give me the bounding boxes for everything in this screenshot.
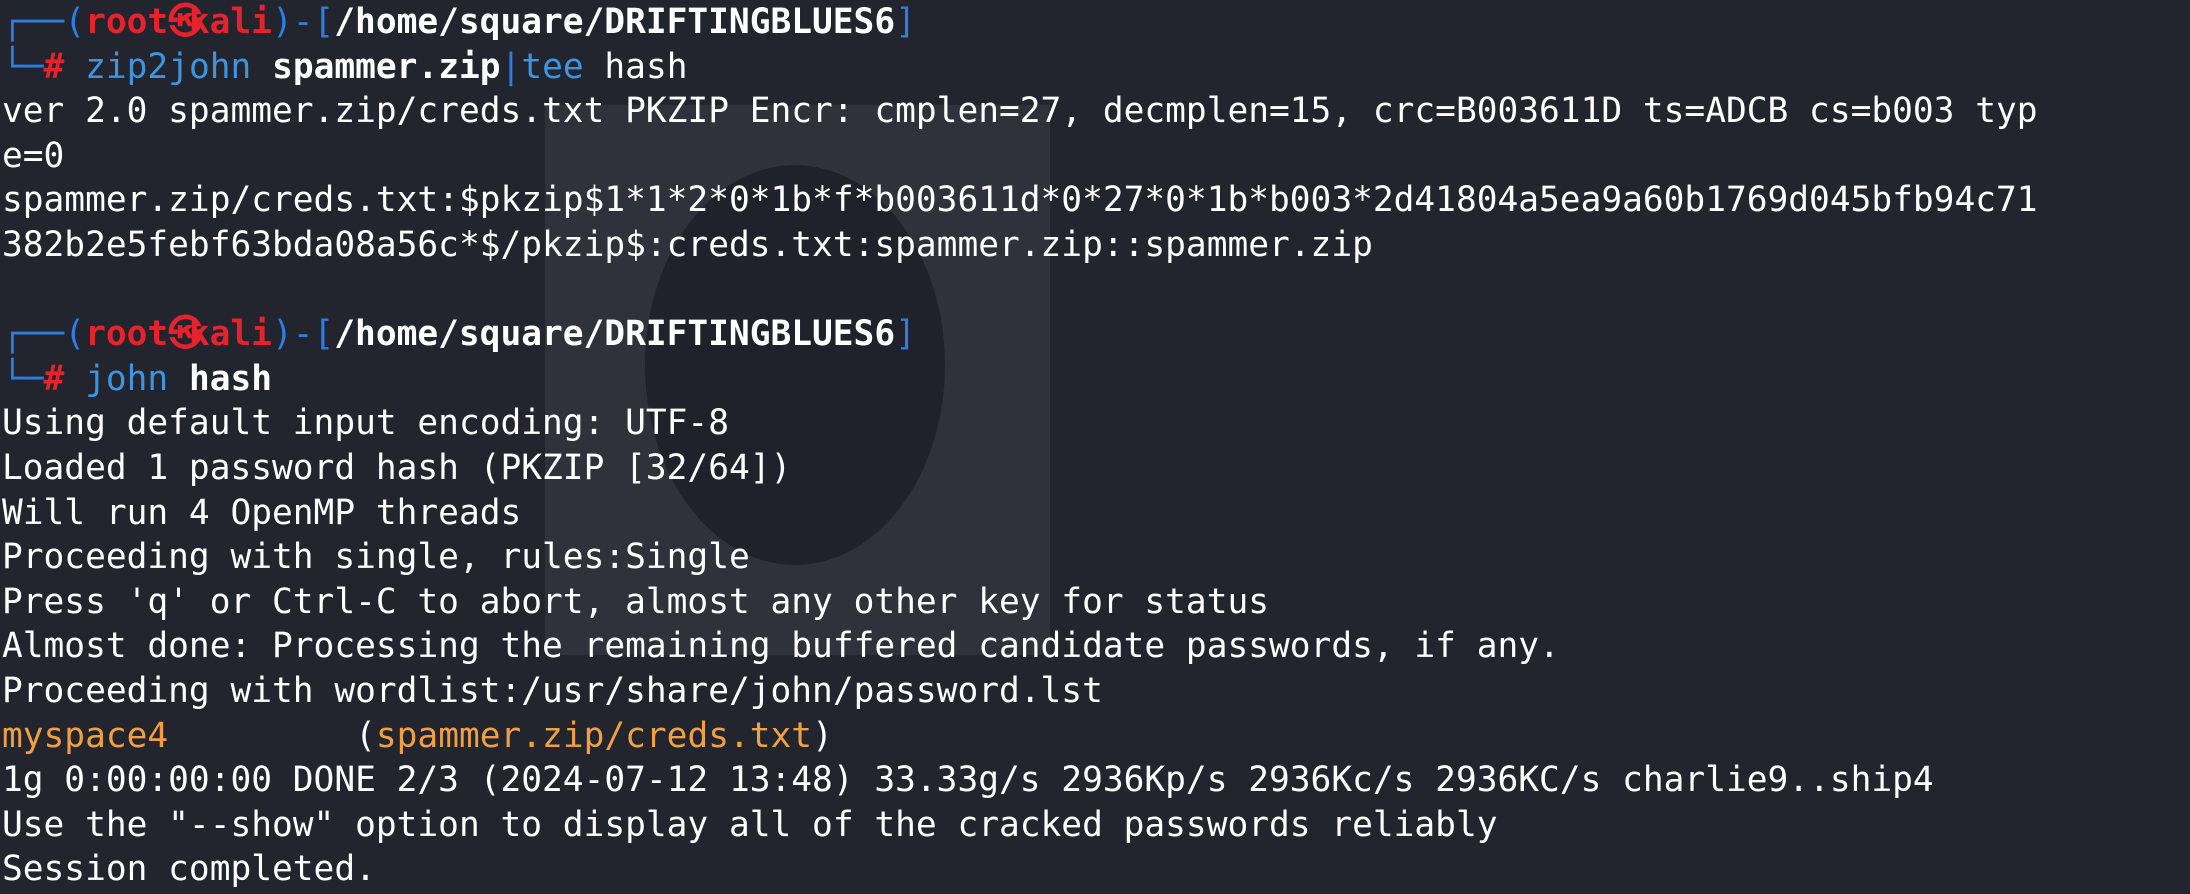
kali-skull-icon: ㉿ (168, 2, 203, 42)
prompt-path: /home/square/DRIFTINGBLUES6 (334, 314, 896, 355)
cracked-spacing (168, 716, 355, 756)
output-line: 1g 0:00:00:00 DONE 2/3 (2024-07-12 13:48… (2, 760, 1934, 801)
command-argument: spammer.zip (272, 46, 501, 87)
output-line: Almost done: Processing the remaining bu… (2, 626, 1560, 667)
prompt-separator: )-[ (271, 2, 335, 42)
output-line: Proceeding with single, rules:Single (2, 537, 750, 578)
prompt-close-bracket: ] (895, 314, 916, 355)
output-line: Using default input encoding: UTF-8 (2, 403, 729, 444)
command-line: └─# zip2john spammer.zip|tee hash (2, 45, 2190, 90)
pipe-argument: hash (583, 46, 688, 87)
prompt-corner-top: ┌── (2, 2, 65, 42)
output-line: Will run 4 OpenMP threads (2, 492, 522, 533)
prompt-header-line: ┌──(root㉿kali)-[/home/square/DRIFTINGBLU… (2, 0, 2190, 45)
output-line: Press 'q' or Ctrl-C to abort, almost any… (2, 581, 1270, 622)
prompt-hash-symbol: # (43, 46, 65, 87)
prompt-open-paren: ( (64, 2, 86, 42)
prompt-user: root (85, 314, 169, 355)
output-line: ver 2.0 spammer.zip/creds.txt PKZIP Encr… (2, 91, 2038, 132)
prompt-corner-bottom: └─ (2, 46, 44, 87)
command-name: john (85, 358, 169, 399)
kali-skull-icon: ㉿ (168, 314, 203, 355)
cracked-open-paren: ( (355, 715, 376, 756)
cracked-password: myspace4 (2, 715, 169, 756)
command-line: └─# john hash (2, 357, 2190, 402)
prompt-corner-top: ┌── (2, 314, 65, 355)
prompt-host: kali (188, 2, 272, 42)
cracked-close-paren: ) (812, 715, 833, 756)
prompt-host: kali (188, 314, 272, 355)
terminal-window[interactable]: ┌──(root㉿kali)-[/home/square/DRIFTINGBLU… (2, 0, 2190, 894)
output-line: e=0 (2, 135, 65, 176)
prompt-separator: )-[ (271, 314, 335, 355)
output-line: Session completed. (2, 849, 376, 890)
output-line: spammer.zip/creds.txt:$pkzip$1*1*2*0*1b*… (2, 180, 2038, 221)
pipe-command: tee (521, 46, 584, 87)
prompt-open-paren: ( (64, 314, 86, 355)
prompt-path: /home/square/DRIFTINGBLUES6 (334, 2, 896, 42)
output-line: Use the "--show" option to display all o… (2, 804, 1498, 845)
output-line: Loaded 1 password hash (PKZIP [32/64]) (2, 447, 792, 488)
prompt-corner-bottom: └─ (2, 358, 44, 399)
prompt-user: root (85, 2, 169, 42)
cracked-target: spammer.zip/creds.txt (375, 715, 813, 756)
prompt-header-line: ┌──(root㉿kali)-[/home/square/DRIFTINGBLU… (2, 312, 2190, 357)
pipe-symbol: | (500, 46, 522, 87)
output-line: Proceeding with wordlist:/usr/share/john… (2, 670, 1103, 711)
output-line: 382b2e5febf63bda08a56c*$/pkzip$:creds.tx… (2, 224, 1373, 265)
cracked-password-line: myspace4 (spammer.zip/creds.txt) (2, 714, 2190, 759)
command-argument: hash (188, 358, 273, 399)
prompt-hash-symbol: # (43, 358, 65, 399)
prompt-close-bracket: ] (895, 2, 916, 42)
command-name: zip2john (85, 46, 252, 87)
